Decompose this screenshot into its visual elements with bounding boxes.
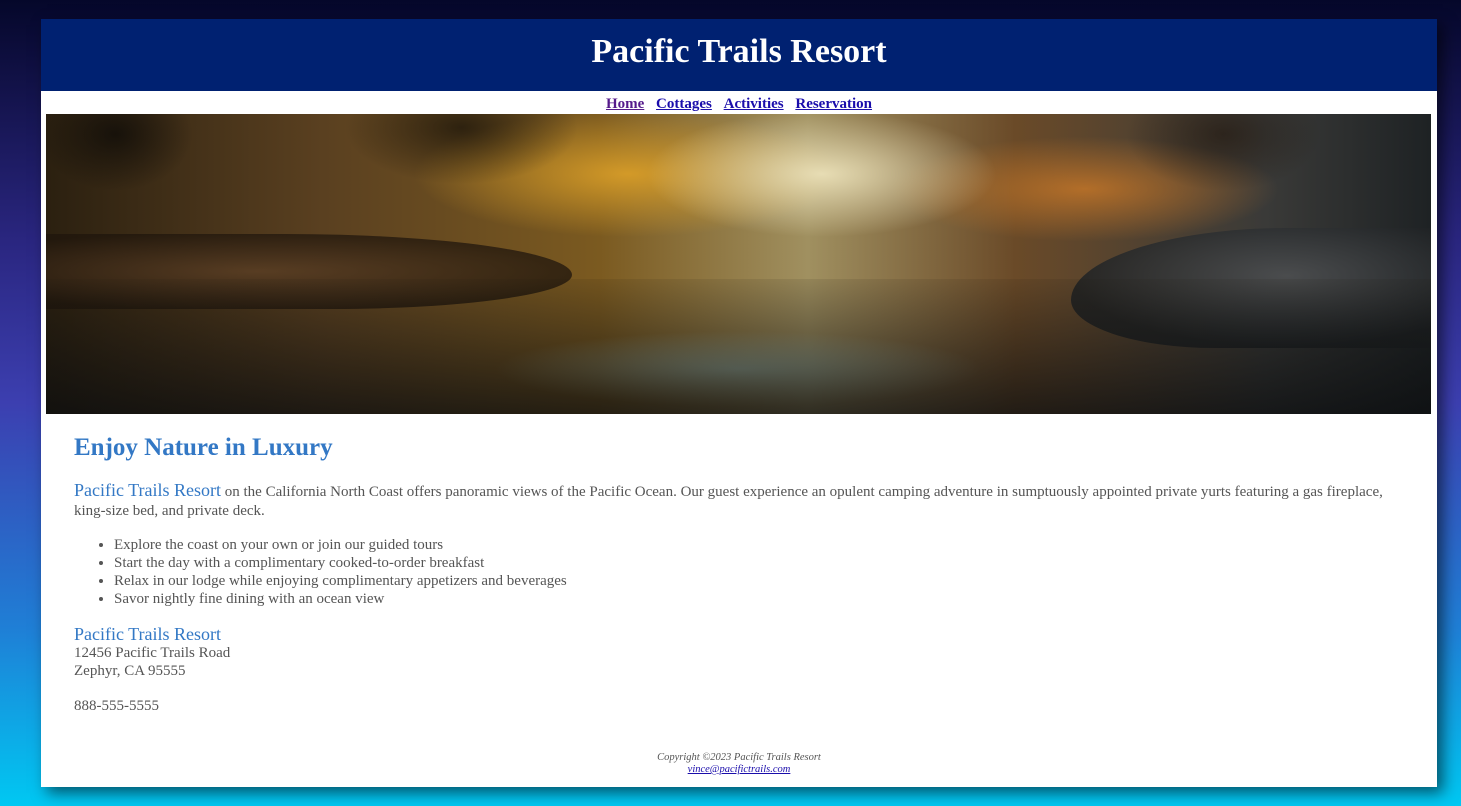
intro-text: on the California North Coast offers pan… xyxy=(74,484,1383,519)
intro-brand: Pacific Trails Resort xyxy=(74,480,221,500)
list-item: Relax in our lodge while enjoying compli… xyxy=(114,572,1404,590)
list-item: Explore the coast on your own or join ou… xyxy=(114,536,1404,554)
phone-number: 888-555-5555 xyxy=(74,698,159,714)
email-link[interactable]: vince@pacifictrails.com xyxy=(688,764,791,775)
nav-link-activities[interactable]: Activities xyxy=(724,96,784,112)
nav-link-home[interactable]: Home xyxy=(606,96,644,112)
hero-trees xyxy=(46,114,1431,249)
hero-water xyxy=(46,279,1431,414)
list-item: Savor nightly fine dining with an ocean … xyxy=(114,590,1404,608)
main-nav: Home Cottages Activities Reservation xyxy=(41,91,1437,114)
main-content: Enjoy Nature in Luxury Pacific Trails Re… xyxy=(74,434,1404,715)
address-street: 12456 Pacific Trails Road xyxy=(74,645,231,661)
address-name: Pacific Trails Resort xyxy=(74,624,221,644)
intro-paragraph: Pacific Trails Resort on the California … xyxy=(74,481,1404,521)
page-wrapper: Pacific Trails Resort Home Cottages Acti… xyxy=(41,19,1437,787)
list-item: Start the day with a complimentary cooke… xyxy=(114,554,1404,572)
page-heading: Enjoy Nature in Luxury xyxy=(74,434,333,461)
copyright-text: Copyright ©2023 Pacific Trails Resort xyxy=(657,752,821,763)
site-title: Pacific Trails Resort xyxy=(591,33,887,70)
address-block: Pacific Trails Resort 12456 Pacific Trai… xyxy=(74,625,1404,680)
features-list: Explore the coast on your own or join ou… xyxy=(74,536,1404,608)
nav-link-cottages[interactable]: Cottages xyxy=(656,96,712,112)
address-city: Zephyr, CA 95555 xyxy=(74,663,186,679)
hero-image xyxy=(46,114,1431,414)
site-footer: Copyright ©2023 Pacific Trails Resort vi… xyxy=(41,752,1437,776)
site-header: Pacific Trails Resort xyxy=(41,19,1437,91)
nav-link-reservation[interactable]: Reservation xyxy=(795,96,872,112)
